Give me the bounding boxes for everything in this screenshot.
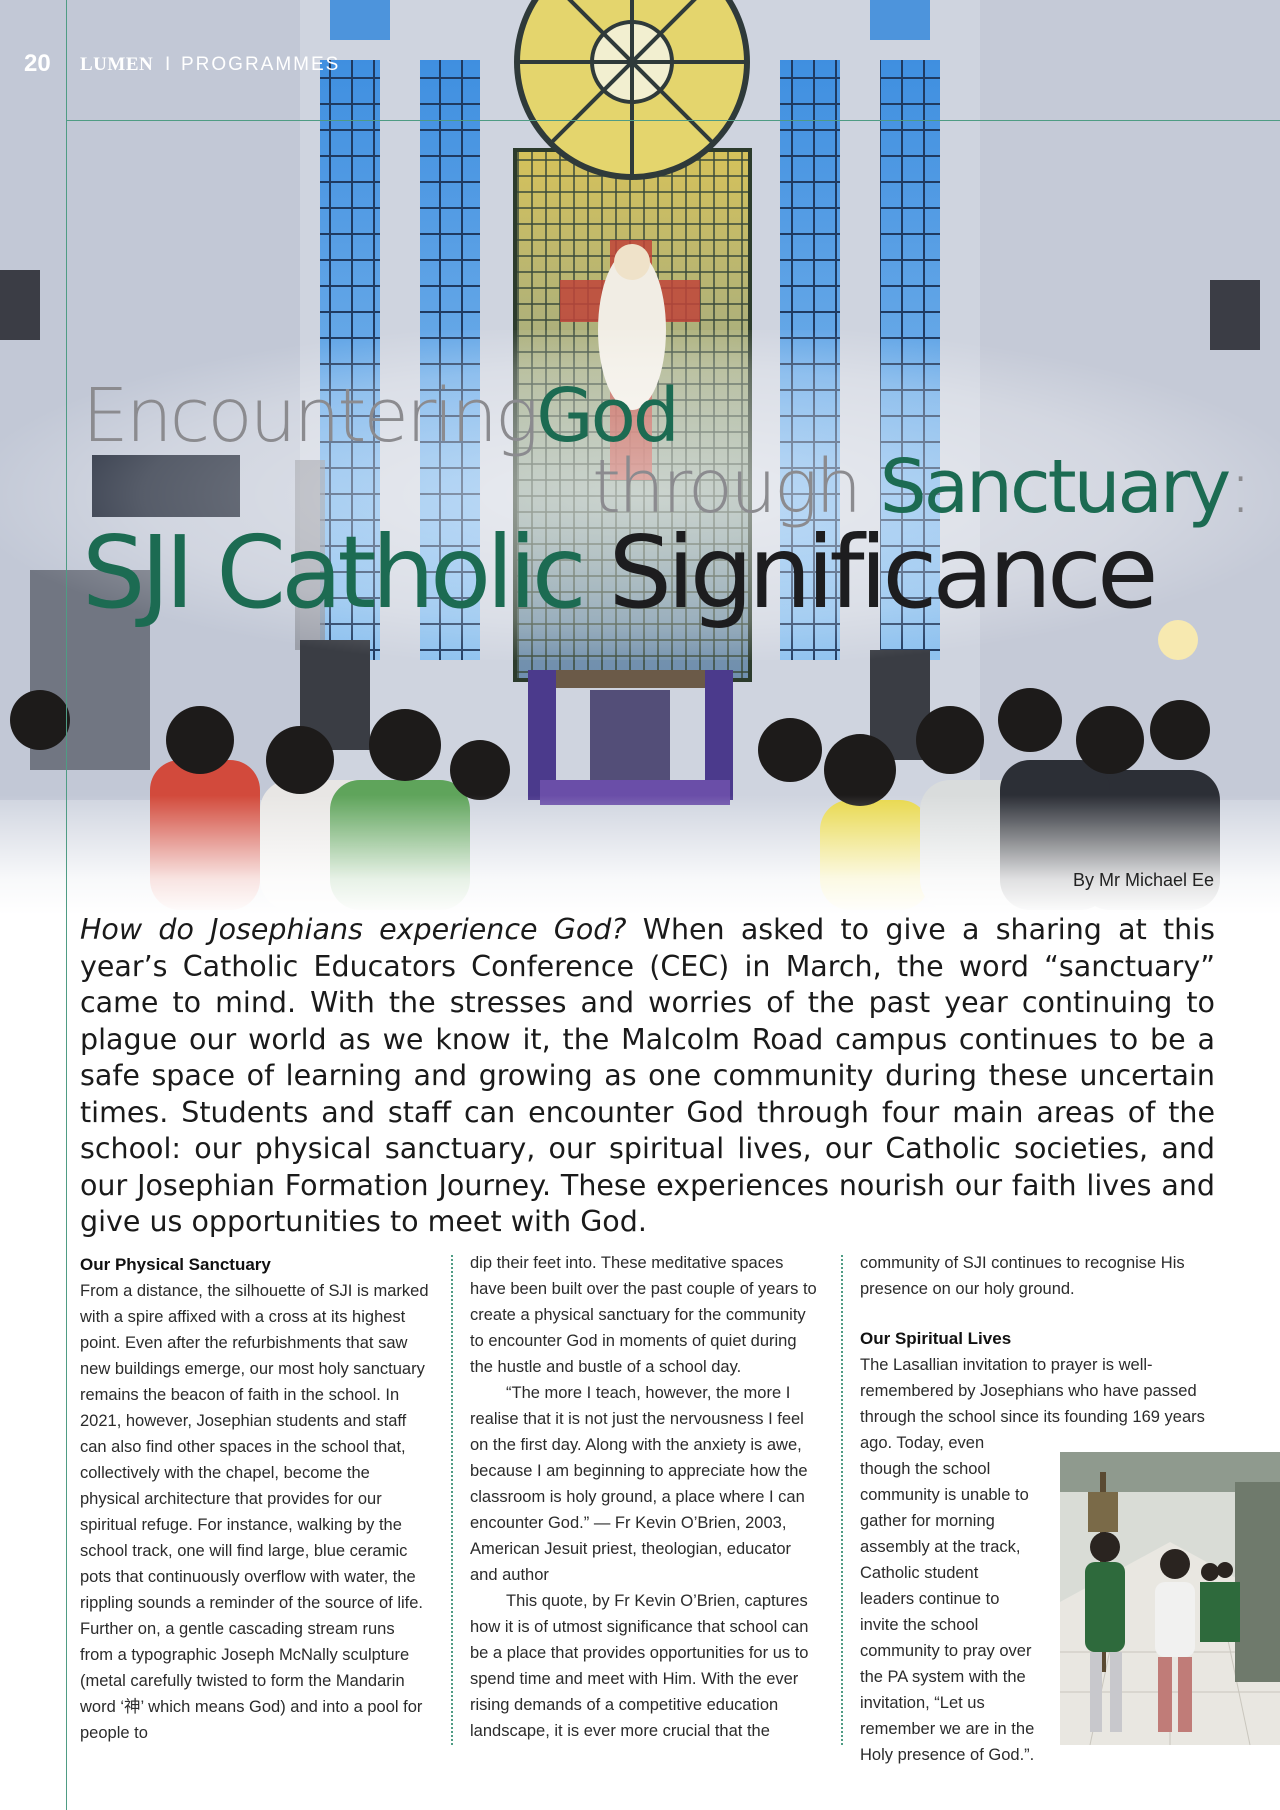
- title-word-encountering: Encountering: [82, 373, 539, 459]
- column-divider: [451, 1255, 453, 1745]
- quote-paragraph: “The more I teach, however, the more I r…: [470, 1384, 808, 1584]
- body-paragraph: community of SJI continues to recognise …: [860, 1254, 1185, 1298]
- header-rule: [66, 120, 1280, 121]
- body-paragraph: dip their feet into. These meditative sp…: [470, 1254, 817, 1376]
- section-heading-spiritual-lives: Our Spiritual Lives: [860, 1329, 1012, 1348]
- lead-text: When asked to give a sharing at this yea…: [80, 913, 1215, 1238]
- body-paragraph: This quote, by Fr Kevin O’Brien, capture…: [470, 1592, 809, 1740]
- section-label: PROGRAMMES: [181, 54, 341, 75]
- altar: [555, 670, 705, 688]
- body-paragraph: The Lasallian invitation to prayer is we…: [860, 1356, 1205, 1426]
- title-line-1: EncounteringGod: [82, 373, 680, 459]
- lead-paragraph: How do Josephians experience God? When a…: [80, 912, 1215, 1241]
- title-colon: :: [1228, 444, 1253, 530]
- page-number: 20: [24, 50, 51, 77]
- title-line-3: SJI Catholic Significance: [82, 514, 1159, 631]
- column-1: Our Physical Sanctuary From a distance, …: [80, 1252, 432, 1746]
- corridor-procession-photo: [1060, 1452, 1280, 1745]
- title-word-sji-catholic: SJI Catholic: [82, 514, 587, 631]
- column-2: dip their feet into. These meditative sp…: [470, 1250, 822, 1744]
- byline: By Mr Michael Ee: [1072, 870, 1214, 890]
- title-word-significance: Significance: [608, 514, 1158, 631]
- lead-question: How do Josephians experience God?: [80, 913, 627, 946]
- magazine-name: LUMEN: [80, 54, 154, 75]
- header-separator: I: [165, 54, 171, 75]
- corridor-illustration: [1060, 1452, 1280, 1745]
- column-divider: [841, 1255, 843, 1745]
- section-heading-physical-sanctuary: Our Physical Sanctuary: [80, 1255, 271, 1274]
- margin-rule-vertical: [66, 0, 67, 1810]
- body-paragraph: ago. Today, even though the school commu…: [860, 1434, 1035, 1764]
- body-paragraph: From a distance, the silhouette of SJI i…: [80, 1282, 429, 1742]
